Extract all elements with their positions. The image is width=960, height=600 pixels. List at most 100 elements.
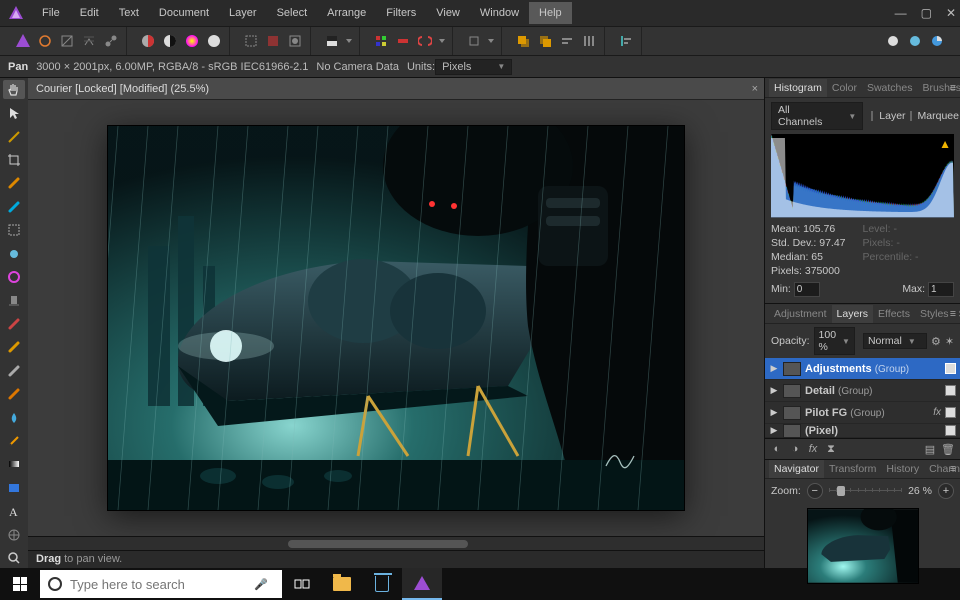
- tab-swatches[interactable]: Swatches: [862, 79, 918, 97]
- zoom-out-button[interactable]: −: [807, 483, 823, 499]
- hist-max-input[interactable]: [928, 282, 954, 297]
- export-persona-icon[interactable]: [102, 32, 120, 50]
- move-tool[interactable]: [3, 103, 25, 122]
- marquee-checkbox[interactable]: [910, 111, 912, 121]
- contrast-icon[interactable]: [161, 32, 179, 50]
- view-tool[interactable]: [3, 127, 25, 146]
- split-view-icon[interactable]: [139, 32, 157, 50]
- menu-edit[interactable]: Edit: [70, 2, 109, 24]
- stack-icon[interactable]: [906, 32, 924, 50]
- disclosure-icon[interactable]: ▶: [769, 363, 779, 374]
- menu-text[interactable]: Text: [109, 2, 149, 24]
- live-filter-button[interactable]: ⧗: [823, 442, 839, 456]
- ruler-icon[interactable]: [394, 32, 412, 50]
- liquify-persona-icon[interactable]: [36, 32, 54, 50]
- visibility-checkbox[interactable]: [945, 425, 956, 436]
- tab-adjustment[interactable]: Adjustment: [769, 305, 832, 323]
- task-view-button[interactable]: [282, 568, 322, 600]
- assistant-icon[interactable]: [465, 32, 483, 50]
- minimize-button[interactable]: —: [895, 6, 907, 20]
- mask-button[interactable]: ◐: [769, 442, 785, 456]
- recycle-taskbar-icon[interactable]: [362, 568, 402, 600]
- add-layer-button[interactable]: ▤: [922, 442, 938, 456]
- heal-tool[interactable]: [3, 314, 25, 333]
- close-button[interactable]: ✕: [946, 6, 956, 20]
- zoom-tool[interactable]: [3, 548, 25, 567]
- photo-persona-icon[interactable]: [14, 32, 32, 50]
- panel-menu-icon[interactable]: ≡: [950, 308, 956, 320]
- erase-tool[interactable]: [3, 267, 25, 286]
- menu-help[interactable]: Help: [529, 2, 572, 24]
- dropdown3-icon[interactable]: [487, 32, 495, 50]
- taskbar-search-input[interactable]: [70, 577, 246, 592]
- selection-invert-icon[interactable]: [264, 32, 282, 50]
- cog-icon[interactable]: ✶: [945, 335, 954, 348]
- blur-tool[interactable]: [3, 361, 25, 380]
- tab-history[interactable]: History: [881, 460, 924, 478]
- gear-icon[interactable]: ⚙: [931, 335, 941, 348]
- color-replacement-tool[interactable]: [3, 197, 25, 216]
- opacity-select[interactable]: 100 %▼: [814, 327, 855, 355]
- visibility-checkbox[interactable]: [945, 363, 956, 374]
- disclosure-icon[interactable]: ▶: [769, 385, 779, 396]
- document-tab[interactable]: Courier [Locked] [Modified] (25.5%) ×: [28, 78, 764, 100]
- disclosure-icon[interactable]: ▶: [769, 425, 779, 436]
- gradient-tool[interactable]: [3, 455, 25, 474]
- panel-menu-icon[interactable]: ≡: [950, 463, 956, 475]
- hist-min-input[interactable]: [794, 282, 820, 297]
- visibility-checkbox[interactable]: [945, 407, 956, 418]
- align-left-icon[interactable]: [617, 32, 635, 50]
- menu-layer[interactable]: Layer: [219, 2, 267, 24]
- snap-icon[interactable]: [416, 32, 434, 50]
- grid-icon[interactable]: [372, 32, 390, 50]
- tab-effects[interactable]: Effects: [873, 305, 915, 323]
- tab-styles[interactable]: Styles: [915, 305, 954, 323]
- tab-layers[interactable]: Layers: [832, 305, 874, 323]
- tab-transform[interactable]: Transform: [824, 460, 881, 478]
- layer-row[interactable]: ▶ (Pixel): [765, 424, 960, 438]
- text-tool[interactable]: A: [3, 502, 25, 521]
- scrollbar-thumb[interactable]: [288, 540, 468, 548]
- explorer-taskbar-icon[interactable]: [322, 568, 362, 600]
- align-icon[interactable]: [558, 32, 576, 50]
- develop-persona-icon[interactable]: [58, 32, 76, 50]
- menu-arrange[interactable]: Arrange: [317, 2, 376, 24]
- flood-fill-tool[interactable]: [3, 408, 25, 427]
- pen-tool[interactable]: [3, 431, 25, 450]
- lens-correction-icon[interactable]: [884, 32, 902, 50]
- panel-menu-icon[interactable]: ≡: [950, 82, 956, 94]
- auto-levels-icon[interactable]: [323, 32, 341, 50]
- disclosure-icon[interactable]: ▶: [769, 407, 779, 418]
- blendmode-select[interactable]: Normal▼: [863, 333, 927, 349]
- menu-file[interactable]: File: [32, 2, 70, 24]
- viewport[interactable]: [28, 100, 764, 536]
- zoom-slider[interactable]: [829, 486, 902, 496]
- rectangle-tool[interactable]: [3, 478, 25, 497]
- tab-histogram[interactable]: Histogram: [769, 79, 827, 97]
- tab-color[interactable]: Color: [827, 79, 862, 97]
- smudge-tool[interactable]: [3, 384, 25, 403]
- start-button[interactable]: [0, 568, 40, 600]
- menu-view[interactable]: View: [426, 2, 470, 24]
- menu-window[interactable]: Window: [470, 2, 529, 24]
- zoom-in-button[interactable]: +: [938, 483, 954, 499]
- mic-icon[interactable]: 🎤: [254, 578, 268, 591]
- layer-row[interactable]: ▶ Adjustments (Group): [765, 358, 960, 380]
- units-select[interactable]: Pixels ▼: [435, 59, 512, 75]
- maximize-button[interactable]: ▢: [921, 6, 932, 20]
- arrange-front-icon[interactable]: [514, 32, 532, 50]
- tab-navigator[interactable]: Navigator: [769, 460, 824, 478]
- crop-tool[interactable]: [3, 150, 25, 169]
- layer-row[interactable]: ▶ Detail (Group): [765, 380, 960, 402]
- fx-button[interactable]: fx: [805, 442, 821, 456]
- visibility-checkbox[interactable]: [945, 385, 956, 396]
- marquee-select-tool[interactable]: [3, 221, 25, 240]
- close-tab-icon[interactable]: ×: [752, 83, 758, 95]
- delete-layer-button[interactable]: 🗑: [940, 442, 956, 456]
- layer-row[interactable]: ▶ Pilot FG (Group) fx: [765, 402, 960, 424]
- marquee-tool-icon[interactable]: [242, 32, 260, 50]
- adjustment-button[interactable]: ◑: [787, 442, 803, 456]
- channel-select[interactable]: All Channels▼: [771, 102, 863, 130]
- menu-document[interactable]: Document: [149, 2, 219, 24]
- layer-checkbox[interactable]: [871, 111, 873, 121]
